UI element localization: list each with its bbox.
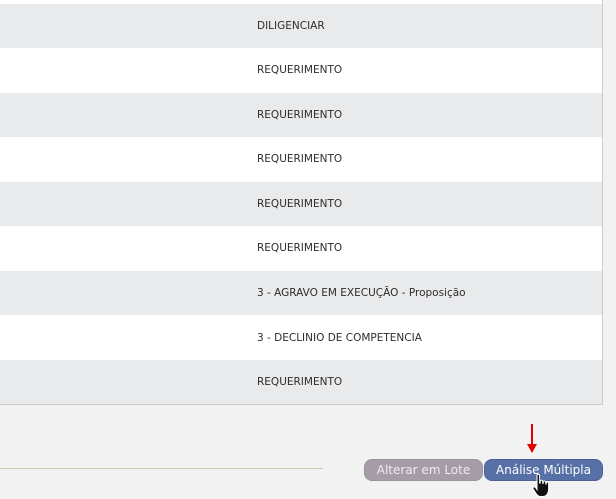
- table-row[interactable]: 3 - AGRAVO EM EXECUÇÃO - Proposição: [0, 271, 602, 315]
- table-row[interactable]: REQUERIMENTO: [0, 360, 602, 404]
- footer-divider: [0, 468, 323, 469]
- table-row[interactable]: REQUERIMENTO: [0, 226, 602, 270]
- table-cell-tipo: REQUERIMENTO: [257, 153, 343, 165]
- table-cell-tipo: 3 - AGRAVO EM EXECUÇÃO - Proposição: [257, 287, 466, 299]
- table-row[interactable]: REQUERIMENTO: [0, 48, 602, 92]
- hand-pointer-cursor-icon: [532, 474, 550, 497]
- table-cell-tipo: REQUERIMENTO: [257, 64, 343, 76]
- alterar-em-lote-button[interactable]: Alterar em Lote: [364, 459, 483, 481]
- table-row[interactable]: 3 - DECLINIO DE COMPETENCIA: [0, 316, 602, 360]
- results-table: DILIGENCIAR REQUERIMENTO REQUERIMENTO RE…: [0, 0, 603, 405]
- table-row[interactable]: DILIGENCIAR: [0, 4, 602, 48]
- table-cell-tipo: REQUERIMENTO: [257, 242, 343, 254]
- table-row[interactable]: REQUERIMENTO: [0, 93, 602, 137]
- table-cell-tipo: 3 - DECLINIO DE COMPETENCIA: [257, 332, 422, 344]
- table-cell-tipo: REQUERIMENTO: [257, 376, 343, 388]
- table-row[interactable]: REQUERIMENTO: [0, 182, 602, 226]
- table-row[interactable]: REQUERIMENTO: [0, 137, 602, 181]
- red-down-arrow-icon: [527, 424, 537, 453]
- table-cell-tipo: REQUERIMENTO: [257, 109, 343, 121]
- table-cell-tipo: DILIGENCIAR: [257, 20, 325, 32]
- table-cell-tipo: REQUERIMENTO: [257, 198, 343, 210]
